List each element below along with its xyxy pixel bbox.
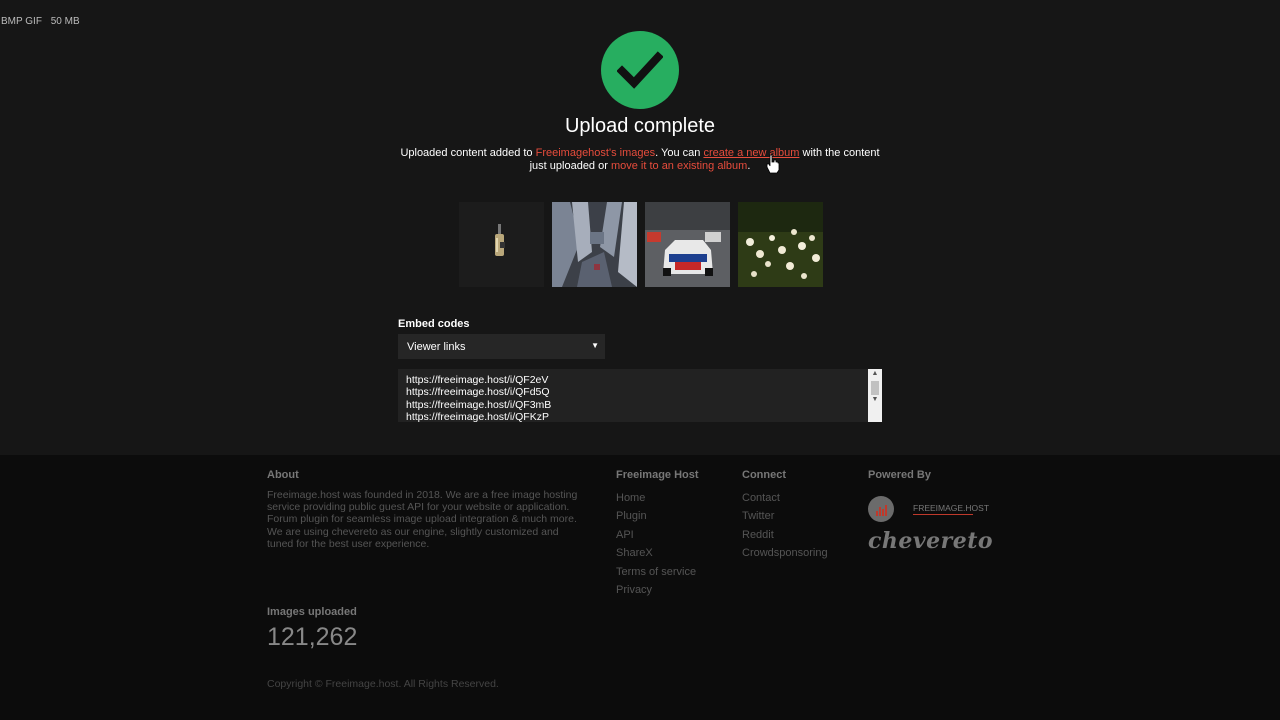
scroll-thumb[interactable]: [871, 381, 879, 395]
about-title: About: [267, 469, 299, 481]
format-note: BMP GIF 50 MB: [1, 16, 86, 27]
footer-connect: Connect Contact Twitter Reddit Crowdspon…: [742, 469, 828, 563]
footer-about: About Freeimage.host was founded in 2018…: [267, 469, 579, 550]
embed-codes-label: Embed codes: [398, 318, 470, 330]
footer-powered: Powered By: [868, 469, 931, 489]
copyright-text: Copyright © Freeimage.host. All Rights R…: [267, 678, 499, 690]
embed-codes-textarea[interactable]: https://freeimage.host/i/QF2eV https://f…: [398, 369, 882, 422]
host-title: Freeimage Host: [616, 469, 699, 481]
embed-link: https://freeimage.host/i/QF2eV: [406, 374, 549, 386]
connect-title: Connect: [742, 469, 786, 481]
footer-link-twitter[interactable]: Twitter: [742, 507, 828, 525]
upload-title: Upload complete: [564, 115, 716, 137]
size-limit-text: 50 MB: [50, 16, 80, 27]
thumbnail-strip: [459, 202, 823, 287]
hand-cursor-icon: [766, 154, 780, 174]
thumb-flowers[interactable]: [738, 202, 823, 287]
desc-end: .: [747, 159, 751, 172]
about-text: Freeimage.host was founded in 2018. We a…: [267, 489, 578, 550]
footer-link-home[interactable]: Home: [616, 489, 699, 507]
desc-prefix: Uploaded content added to: [400, 147, 536, 159]
footer-link-api[interactable]: API: [616, 526, 699, 544]
images-uploaded-label: Images uploaded: [267, 606, 357, 618]
scroll-up-icon[interactable]: ▲: [868, 370, 882, 377]
scroll-down-icon[interactable]: ▼: [868, 396, 882, 403]
thumb-bottle[interactable]: [459, 202, 544, 287]
logo-text: FREEIMAGE.HOST: [913, 503, 990, 515]
embed-link: https://freeimage.host/i/QFKzP: [406, 410, 549, 422]
powered-title: Powered By: [868, 469, 931, 481]
embed-type-select[interactable]: Viewer links ▼: [398, 334, 605, 359]
formats-text: BMP GIF: [1, 16, 42, 27]
footer: About Freeimage.host was founded in 2018…: [0, 455, 1280, 720]
thumb-racecar[interactable]: [645, 202, 730, 287]
embed-link: https://freeimage.host/i/QF3mB: [406, 398, 552, 411]
footer-link-reddit[interactable]: Reddit: [742, 526, 828, 544]
chevereto-logo[interactable]: chevereto: [868, 528, 993, 554]
footer-link-plugin[interactable]: Plugin: [616, 507, 699, 525]
footer-link-sharex[interactable]: ShareX: [616, 544, 699, 562]
thumb-city[interactable]: [552, 202, 637, 287]
move-album-link[interactable]: move it to an existing album: [611, 160, 747, 172]
textarea-scrollbar[interactable]: ▲ ▼: [868, 369, 882, 422]
freeimage-host-logo[interactable]: FREEIMAGE.HOST: [868, 496, 990, 522]
create-album-link[interactable]: create a new album: [703, 147, 799, 159]
embed-type-value: Viewer links: [407, 341, 466, 353]
footer-host: Freeimage Host Home Plugin API ShareX Te…: [616, 469, 699, 599]
footer-link-terms[interactable]: Terms of service: [616, 563, 699, 581]
footer-link-contact[interactable]: Contact: [742, 489, 828, 507]
caret-down-icon: ▼: [591, 341, 599, 350]
footer-link-crowdsponsoring[interactable]: Crowdsponsoring: [742, 544, 828, 562]
upload-description: Uploaded content added to Freeimagehost'…: [395, 147, 885, 172]
images-link[interactable]: Freeimagehost's images: [536, 147, 656, 159]
embed-link: https://freeimage.host/i/QFd5Q: [406, 386, 550, 399]
desc-mid: . You can: [655, 147, 704, 159]
logo-mark-icon: [868, 496, 894, 522]
checkmark-icon: [601, 31, 679, 109]
images-uploaded-count: 121,262: [267, 623, 358, 651]
footer-link-privacy[interactable]: Privacy: [616, 581, 699, 599]
